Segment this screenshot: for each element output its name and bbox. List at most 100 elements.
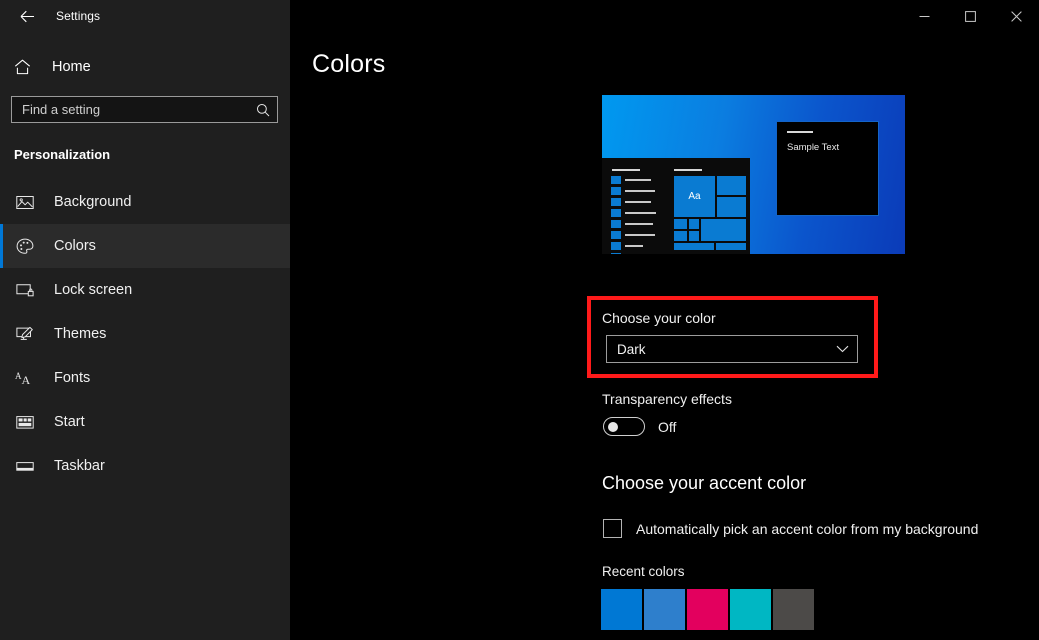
list-item bbox=[611, 252, 659, 254]
taskbar-icon bbox=[14, 455, 36, 477]
list-item bbox=[611, 186, 659, 195]
preview-tile-grid: Aa bbox=[674, 176, 746, 250]
main-content: Colors Aa bbox=[290, 0, 1039, 640]
sidebar-item-home-label: Home bbox=[52, 59, 91, 75]
title-bar: Settings bbox=[0, 0, 290, 32]
preview-tile bbox=[689, 231, 699, 241]
color-swatch[interactable] bbox=[687, 589, 728, 630]
preview-sample-window: Sample Text bbox=[776, 121, 879, 216]
sidebar-category-heading: Personalization bbox=[0, 147, 290, 162]
preview-app-line bbox=[625, 234, 655, 236]
preview-tile bbox=[689, 219, 699, 229]
preview-app-line bbox=[625, 201, 651, 203]
sidebar-item-lock-screen[interactable]: Lock screen bbox=[0, 268, 290, 312]
sidebar-item-fonts[interactable]: A A Fonts bbox=[0, 356, 290, 400]
sidebar-item-lock-screen-label: Lock screen bbox=[54, 282, 132, 298]
minimize-button[interactable] bbox=[901, 0, 947, 32]
app-title: Settings bbox=[56, 9, 100, 23]
preview-app-square bbox=[611, 231, 621, 239]
preview-app-line bbox=[625, 190, 655, 192]
fonts-icon: A A bbox=[14, 367, 36, 389]
preview-app-square bbox=[611, 242, 621, 250]
preview-app-square bbox=[611, 176, 621, 184]
transparency-effects-toggle[interactable] bbox=[603, 417, 645, 436]
sidebar-item-background[interactable]: Background bbox=[0, 180, 290, 224]
choose-your-color-value: Dark bbox=[617, 342, 836, 357]
preview-tile bbox=[717, 197, 746, 217]
accent-color-heading: Choose your accent color bbox=[602, 473, 806, 494]
color-swatch[interactable] bbox=[601, 589, 642, 630]
recent-colors-swatches bbox=[601, 589, 814, 630]
search-icon[interactable] bbox=[256, 103, 270, 117]
home-icon bbox=[14, 59, 36, 75]
preview-tile bbox=[674, 243, 714, 250]
color-swatch[interactable] bbox=[644, 589, 685, 630]
color-swatch[interactable] bbox=[773, 589, 814, 630]
preview-app-square bbox=[611, 198, 621, 206]
preview-app-square bbox=[611, 209, 621, 217]
back-arrow-icon[interactable] bbox=[12, 2, 42, 30]
sidebar-item-themes[interactable]: Themes bbox=[0, 312, 290, 356]
transparency-effects-row: Off bbox=[603, 417, 676, 436]
preview-app-line bbox=[625, 223, 653, 225]
transparency-effects-label: Transparency effects bbox=[602, 391, 732, 407]
sidebar-item-taskbar-label: Taskbar bbox=[54, 458, 105, 474]
lock-screen-icon bbox=[14, 279, 36, 301]
preview-app-square bbox=[611, 253, 621, 255]
choose-your-color-label: Choose your color bbox=[602, 310, 716, 326]
maximize-button[interactable] bbox=[947, 0, 993, 32]
choose-your-color-dropdown[interactable]: Dark bbox=[606, 335, 858, 363]
preview-app-line bbox=[625, 212, 656, 214]
preview-app-line bbox=[625, 179, 651, 181]
palette-icon bbox=[14, 235, 36, 257]
preview-tile bbox=[701, 219, 746, 241]
preview-start-menu: Aa bbox=[602, 158, 750, 254]
preview-app-square bbox=[611, 220, 621, 228]
sidebar-item-taskbar[interactable]: Taskbar bbox=[0, 444, 290, 488]
page-title: Colors bbox=[312, 50, 1039, 79]
themes-icon bbox=[14, 323, 36, 345]
chevron-down-icon[interactable] bbox=[836, 345, 849, 353]
svg-text:A: A bbox=[22, 373, 31, 386]
sidebar-item-start[interactable]: Start bbox=[0, 400, 290, 444]
preview-app-square bbox=[611, 187, 621, 195]
color-preview: Aa Sample Text bbox=[602, 95, 905, 254]
sidebar-item-themes-label: Themes bbox=[54, 326, 106, 342]
start-icon bbox=[14, 411, 36, 433]
color-swatch[interactable] bbox=[730, 589, 771, 630]
sidebar-item-background-label: Background bbox=[54, 194, 131, 210]
preview-app-line bbox=[625, 245, 643, 247]
preview-window-title-bar bbox=[787, 131, 813, 133]
sidebar: Settings Home Personalization bbox=[0, 0, 290, 640]
auto-pick-accent-row[interactable]: Automatically pick an accent color from … bbox=[603, 519, 978, 538]
preview-tile bbox=[716, 243, 746, 250]
preview-app-list bbox=[611, 169, 659, 254]
transparency-effects-state: Off bbox=[658, 419, 676, 435]
search-box[interactable] bbox=[11, 96, 278, 123]
preview-app-list-header bbox=[612, 169, 640, 171]
preview-sample-text: Sample Text bbox=[787, 142, 878, 153]
window-controls bbox=[901, 0, 1039, 32]
list-item bbox=[611, 175, 659, 184]
sidebar-item-colors-label: Colors bbox=[54, 238, 96, 254]
preview-tiles-header bbox=[674, 169, 702, 171]
toggle-knob bbox=[608, 422, 618, 432]
picture-icon bbox=[14, 191, 36, 213]
list-item bbox=[611, 230, 659, 239]
sidebar-item-start-label: Start bbox=[54, 414, 85, 430]
search-input[interactable] bbox=[22, 102, 256, 117]
auto-pick-accent-checkbox[interactable] bbox=[603, 519, 622, 538]
close-button[interactable] bbox=[993, 0, 1039, 32]
recent-colors-label: Recent colors bbox=[602, 564, 685, 579]
list-item bbox=[611, 219, 659, 228]
settings-window: Settings Home Personalization bbox=[0, 0, 1039, 640]
list-item bbox=[611, 208, 659, 217]
list-item bbox=[611, 241, 659, 250]
preview-tile bbox=[717, 176, 746, 195]
sidebar-item-home[interactable]: Home bbox=[0, 52, 290, 82]
preview-tile bbox=[674, 219, 687, 229]
sidebar-item-colors[interactable]: Colors bbox=[0, 224, 290, 268]
sidebar-item-fonts-label: Fonts bbox=[54, 370, 90, 386]
preview-tile bbox=[674, 231, 687, 241]
preview-tiles: Aa bbox=[674, 169, 746, 250]
